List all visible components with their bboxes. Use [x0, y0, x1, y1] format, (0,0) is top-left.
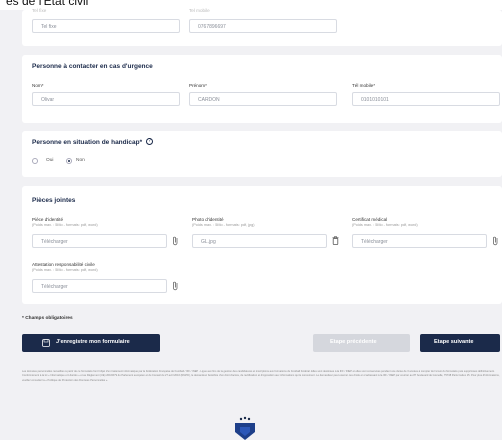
contact-card: Tel fixe Tel mobile Tel fixe 0767896697 — [22, 8, 502, 46]
attachments-title: Pièces jointes — [32, 197, 76, 204]
radio-oui[interactable] — [32, 158, 38, 164]
assurance-note: (Poids max. : 5Mo - formats: pdf, word) — [32, 268, 98, 272]
handicap-title: Personne en situation de handicap* — [32, 139, 143, 146]
assurance-label: Attestation responsabilité civile — [32, 262, 95, 267]
identite-upload[interactable]: Télécharger — [32, 234, 167, 248]
identite-note: (Poids max. : 5Mo - formats: pdf, word) — [32, 223, 98, 227]
tel-mobile-input[interactable]: 0767896697 — [189, 19, 337, 33]
photo-note: (Poids max. : 5Mo - formats: pdf, jpg) — [192, 223, 255, 227]
paperclip-icon[interactable] — [492, 236, 499, 248]
identite-label: Pièce d'identité — [32, 217, 64, 222]
emergency-nom-input[interactable]: Olivar — [32, 92, 180, 106]
attachments-card: Pièces jointes Pièce d'identité (Poids m… — [22, 186, 502, 304]
emergency-tel-input[interactable]: 0101010101 — [352, 92, 500, 106]
previous-step-button[interactable]: Etape précédente — [313, 334, 410, 352]
radio-oui-label: Oui — [46, 158, 54, 163]
emergency-tel-label: Tél mobile* — [352, 83, 375, 88]
assurance-upload[interactable]: Télécharger — [32, 279, 167, 293]
federation-logo — [235, 416, 255, 440]
emergency-card: Personne à contacter en cas d'urgence No… — [22, 55, 502, 123]
help-circle-icon[interactable]: ? — [146, 138, 153, 145]
save-form-label: J'enregistre mon formulaire — [56, 339, 130, 345]
previous-step-label: Etape précédente — [330, 339, 377, 345]
legal-notice: Les données personnelles recueillies à p… — [22, 370, 500, 382]
tel-fixe-label: Tel fixe — [32, 8, 47, 13]
medical-label: Certificat médical — [352, 217, 388, 222]
radio-non[interactable] — [66, 158, 72, 164]
radio-non-label: Non — [76, 158, 85, 163]
emergency-prenom-label: Prénom* — [189, 83, 207, 88]
trash-icon[interactable] — [332, 236, 339, 247]
medical-note: (Poids max. : 5Mo - formats: pdf, word) — [352, 223, 418, 227]
paperclip-icon[interactable] — [172, 281, 179, 293]
next-step-label: Etape suivante — [434, 339, 474, 345]
medical-upload[interactable]: Télécharger — [352, 234, 487, 248]
emergency-prenom-input[interactable]: CARDON — [189, 92, 337, 106]
emergency-nom-label: Nom* — [32, 83, 44, 88]
tel-mobile-label: Tel mobile — [189, 8, 210, 13]
emergency-title: Personne à contacter en cas d'urgence — [32, 63, 153, 70]
paperclip-icon[interactable] — [172, 236, 179, 248]
tel-fixe-input[interactable]: Tel fixe — [32, 19, 180, 33]
section-title-etat-civil: es de l'État civil — [6, 0, 89, 8]
save-icon — [42, 339, 50, 347]
required-fields-note: * Champs obligatoires — [22, 316, 73, 321]
save-form-button[interactable]: J'enregistre mon formulaire — [22, 334, 160, 352]
handicap-card: Personne en situation de handicap* ? Oui… — [22, 131, 502, 177]
photo-label: Photo d'identité — [192, 217, 224, 222]
photo-upload[interactable]: GL.jpg — [192, 234, 327, 248]
next-step-button[interactable]: Etape suivante — [420, 334, 500, 352]
